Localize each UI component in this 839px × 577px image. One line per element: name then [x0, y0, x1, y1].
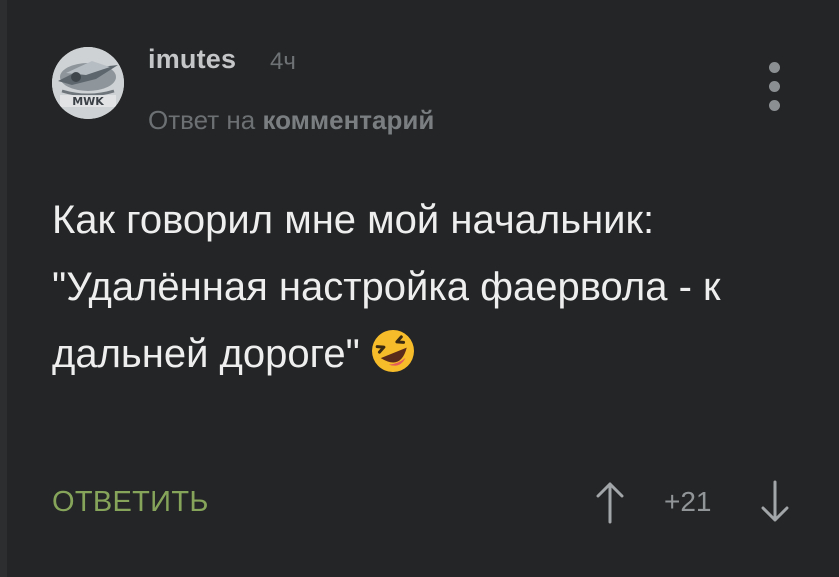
rating-value: +21	[664, 486, 712, 517]
reply-button[interactable]: ОТВЕТИТЬ	[52, 486, 209, 519]
comment-body: Как говорил мне мой начальник: "Удалённа…	[52, 187, 812, 388]
avatar-label: MWK	[72, 95, 104, 108]
username[interactable]: imutes	[148, 44, 236, 75]
thread-line	[0, 0, 7, 577]
arrow-down-icon	[761, 480, 789, 522]
downvote-button[interactable]	[755, 478, 795, 526]
more-vertical-icon[interactable]	[760, 58, 790, 114]
reply-prefix: Ответ на	[148, 105, 256, 135]
laughing-face-icon	[371, 330, 414, 372]
menu-dot	[769, 62, 780, 73]
comment-time: 4ч	[270, 48, 296, 75]
reply-target-link[interactable]: комментарий	[262, 105, 434, 135]
upvote-button[interactable]	[590, 478, 630, 526]
menu-dot	[769, 100, 780, 111]
avatar-image: MWK	[52, 47, 124, 119]
avatar[interactable]: MWK	[52, 47, 124, 119]
reply-info: Ответ на комментарий	[148, 105, 434, 136]
arrow-up-icon	[596, 482, 624, 524]
menu-dot	[769, 81, 780, 92]
